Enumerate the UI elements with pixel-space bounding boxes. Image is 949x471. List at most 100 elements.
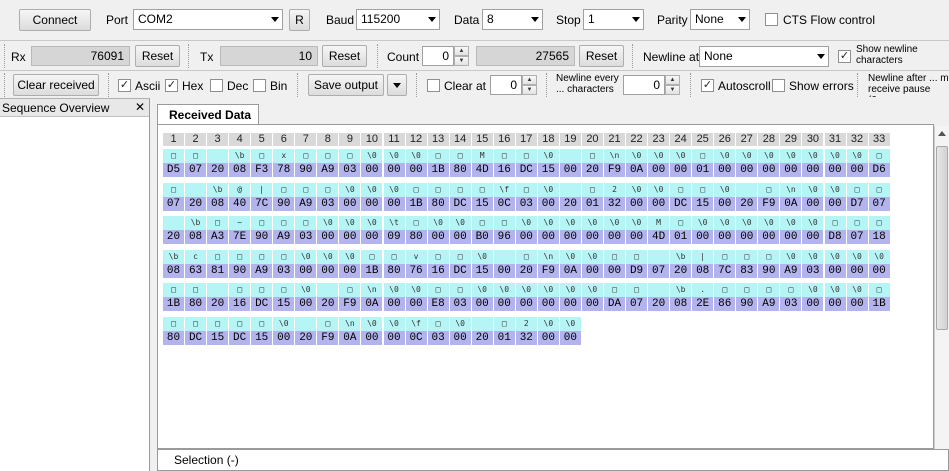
ascii-cell[interactable]: \0 [405, 149, 427, 163]
ascii-cell[interactable]: \0 [802, 182, 824, 197]
hex-cell[interactable]: 00 [317, 230, 339, 244]
hex-cell[interactable]: 20 [559, 196, 581, 211]
ascii-cell[interactable]: □ [692, 149, 714, 163]
ascii-cell[interactable]: □ [295, 149, 317, 163]
ascii-cell[interactable]: □ [251, 149, 273, 163]
hex-cell[interactable]: 00 [493, 297, 515, 311]
show-errors-checkbox[interactable] [772, 79, 785, 92]
ascii-cell[interactable]: □ [449, 149, 471, 163]
ascii-cell[interactable]: □ [317, 182, 339, 197]
ascii-cell[interactable]: □ [449, 249, 471, 264]
hex-cell[interactable]: 20 [670, 263, 692, 278]
hex-cell[interactable]: 1B [361, 263, 383, 278]
ascii-cell[interactable]: M [648, 216, 670, 230]
ascii-cell[interactable]: \0 [758, 216, 780, 230]
ascii-cell[interactable]: □ [736, 249, 758, 264]
hex-cell[interactable]: 07 [648, 263, 670, 278]
ascii-cell[interactable]: . [692, 283, 714, 297]
hex-cell[interactable]: 03 [295, 230, 317, 244]
ascii-cell[interactable]: □ [273, 283, 295, 297]
ascii-cell[interactable]: \f [493, 182, 515, 197]
hex-cell[interactable]: 03 [273, 263, 295, 278]
hex-cell[interactable]: 00 [339, 196, 361, 211]
ascii-cell[interactable]: □ [604, 283, 625, 297]
hex-cell[interactable]: 80 [405, 230, 427, 244]
ascii-cell[interactable]: □ [185, 149, 207, 163]
hex-cell[interactable]: 08 [163, 263, 184, 278]
ascii-cell[interactable]: \0 [648, 149, 670, 163]
hex-cell[interactable]: 03 [317, 196, 339, 211]
hex-cell[interactable]: 20 [471, 330, 493, 345]
ascii-cell[interactable]: □ [405, 182, 427, 197]
rx-reset-button[interactable]: Reset [135, 45, 180, 67]
ascii-cell[interactable]: □ [339, 149, 361, 163]
hex-cell[interactable]: 00 [581, 263, 603, 278]
ascii-cell[interactable]: □ [185, 316, 207, 331]
hex-cell[interactable]: 00 [824, 163, 846, 177]
connect-button[interactable]: Connect [19, 9, 91, 31]
ascii-cell[interactable]: \0 [780, 249, 802, 264]
baud-select[interactable]: 115200 [356, 9, 440, 30]
ascii-cell[interactable]: \f [405, 316, 427, 331]
vertical-scrollbar[interactable] [934, 126, 949, 449]
hex-cell[interactable]: 00 [846, 297, 868, 311]
ascii-cell[interactable]: □ [273, 249, 295, 264]
ascii-cell[interactable]: □ [229, 283, 251, 297]
hex-cell[interactable]: 00 [537, 196, 559, 211]
hex-cell[interactable]: F3 [251, 163, 273, 177]
hex-cell[interactable]: 15 [207, 330, 229, 345]
ascii-cell[interactable]: \b [670, 283, 692, 297]
refresh-ports-button[interactable]: R [289, 9, 310, 31]
hex-cell[interactable]: 01 [493, 330, 515, 345]
ascii-cell[interactable]: \0 [317, 216, 339, 230]
ascii-cell[interactable]: \0 [361, 182, 383, 197]
hex-cell[interactable]: 0A [361, 297, 383, 311]
ascii-cell[interactable]: \0 [295, 283, 317, 297]
hex-cell[interactable]: 80 [185, 297, 207, 311]
hex-cell[interactable]: 00 [626, 196, 648, 211]
hex-cell[interactable]: 90 [736, 297, 758, 311]
ascii-cell[interactable]: \b [670, 249, 692, 264]
port-select[interactable]: COM2 [133, 9, 283, 30]
hex-cell[interactable]: DC [670, 196, 692, 211]
hex-cell[interactable]: 83 [736, 263, 758, 278]
spin-down-icon[interactable]: ▼ [454, 56, 469, 66]
hex-cell[interactable]: 00 [559, 297, 581, 311]
ascii-cell[interactable]: \0 [846, 283, 868, 297]
hex-cell[interactable]: 00 [559, 330, 581, 345]
ascii-cell[interactable]: □ [846, 182, 868, 197]
hex-cell[interactable]: 00 [868, 263, 890, 278]
hex-cell[interactable]: D6 [868, 163, 890, 177]
parity-select[interactable]: None [690, 9, 750, 30]
ascii-cell[interactable]: \0 [515, 283, 537, 297]
newline-every-input[interactable]: 0 [623, 75, 665, 95]
hex-cell[interactable]: 00 [714, 163, 736, 177]
hex-cell[interactable]: 00 [361, 196, 383, 211]
ascii-cell[interactable]: \0 [692, 216, 714, 230]
ascii-cell[interactable]: \0 [537, 283, 559, 297]
ascii-cell[interactable]: □ [361, 249, 383, 264]
ascii-cell[interactable]: \0 [736, 149, 758, 163]
hex-cell[interactable]: 15 [471, 263, 493, 278]
ascii-cell[interactable]: 2 [604, 182, 625, 197]
hex-cell[interactable]: 00 [383, 163, 405, 177]
ascii-cell[interactable]: □ [626, 249, 648, 264]
ascii-cell[interactable]: \n [339, 316, 361, 331]
ascii-cell[interactable]: \0 [559, 216, 581, 230]
hex-cell[interactable]: A9 [273, 230, 295, 244]
hex-cell[interactable]: 15 [251, 330, 273, 345]
hex-cell[interactable]: 00 [714, 196, 736, 211]
tab-received-data[interactable]: Received Data [157, 104, 259, 125]
ascii-cell[interactable]: □ [427, 283, 449, 297]
hex-cell[interactable]: 96 [493, 230, 515, 244]
tx-reset-button[interactable]: Reset [322, 45, 367, 67]
ascii-cell[interactable]: \0 [383, 316, 405, 331]
ascii-cell[interactable]: \b [163, 249, 184, 264]
hex-cell[interactable]: 00 [449, 230, 471, 244]
ascii-cell[interactable] [471, 316, 493, 331]
hex-cell[interactable]: 00 [802, 297, 824, 311]
hex-cell[interactable]: 01 [692, 163, 714, 177]
ascii-cell[interactable]: \0 [648, 182, 670, 197]
ascii-cell[interactable]: □ [449, 283, 471, 297]
ascii-cell[interactable]: □ [515, 149, 537, 163]
